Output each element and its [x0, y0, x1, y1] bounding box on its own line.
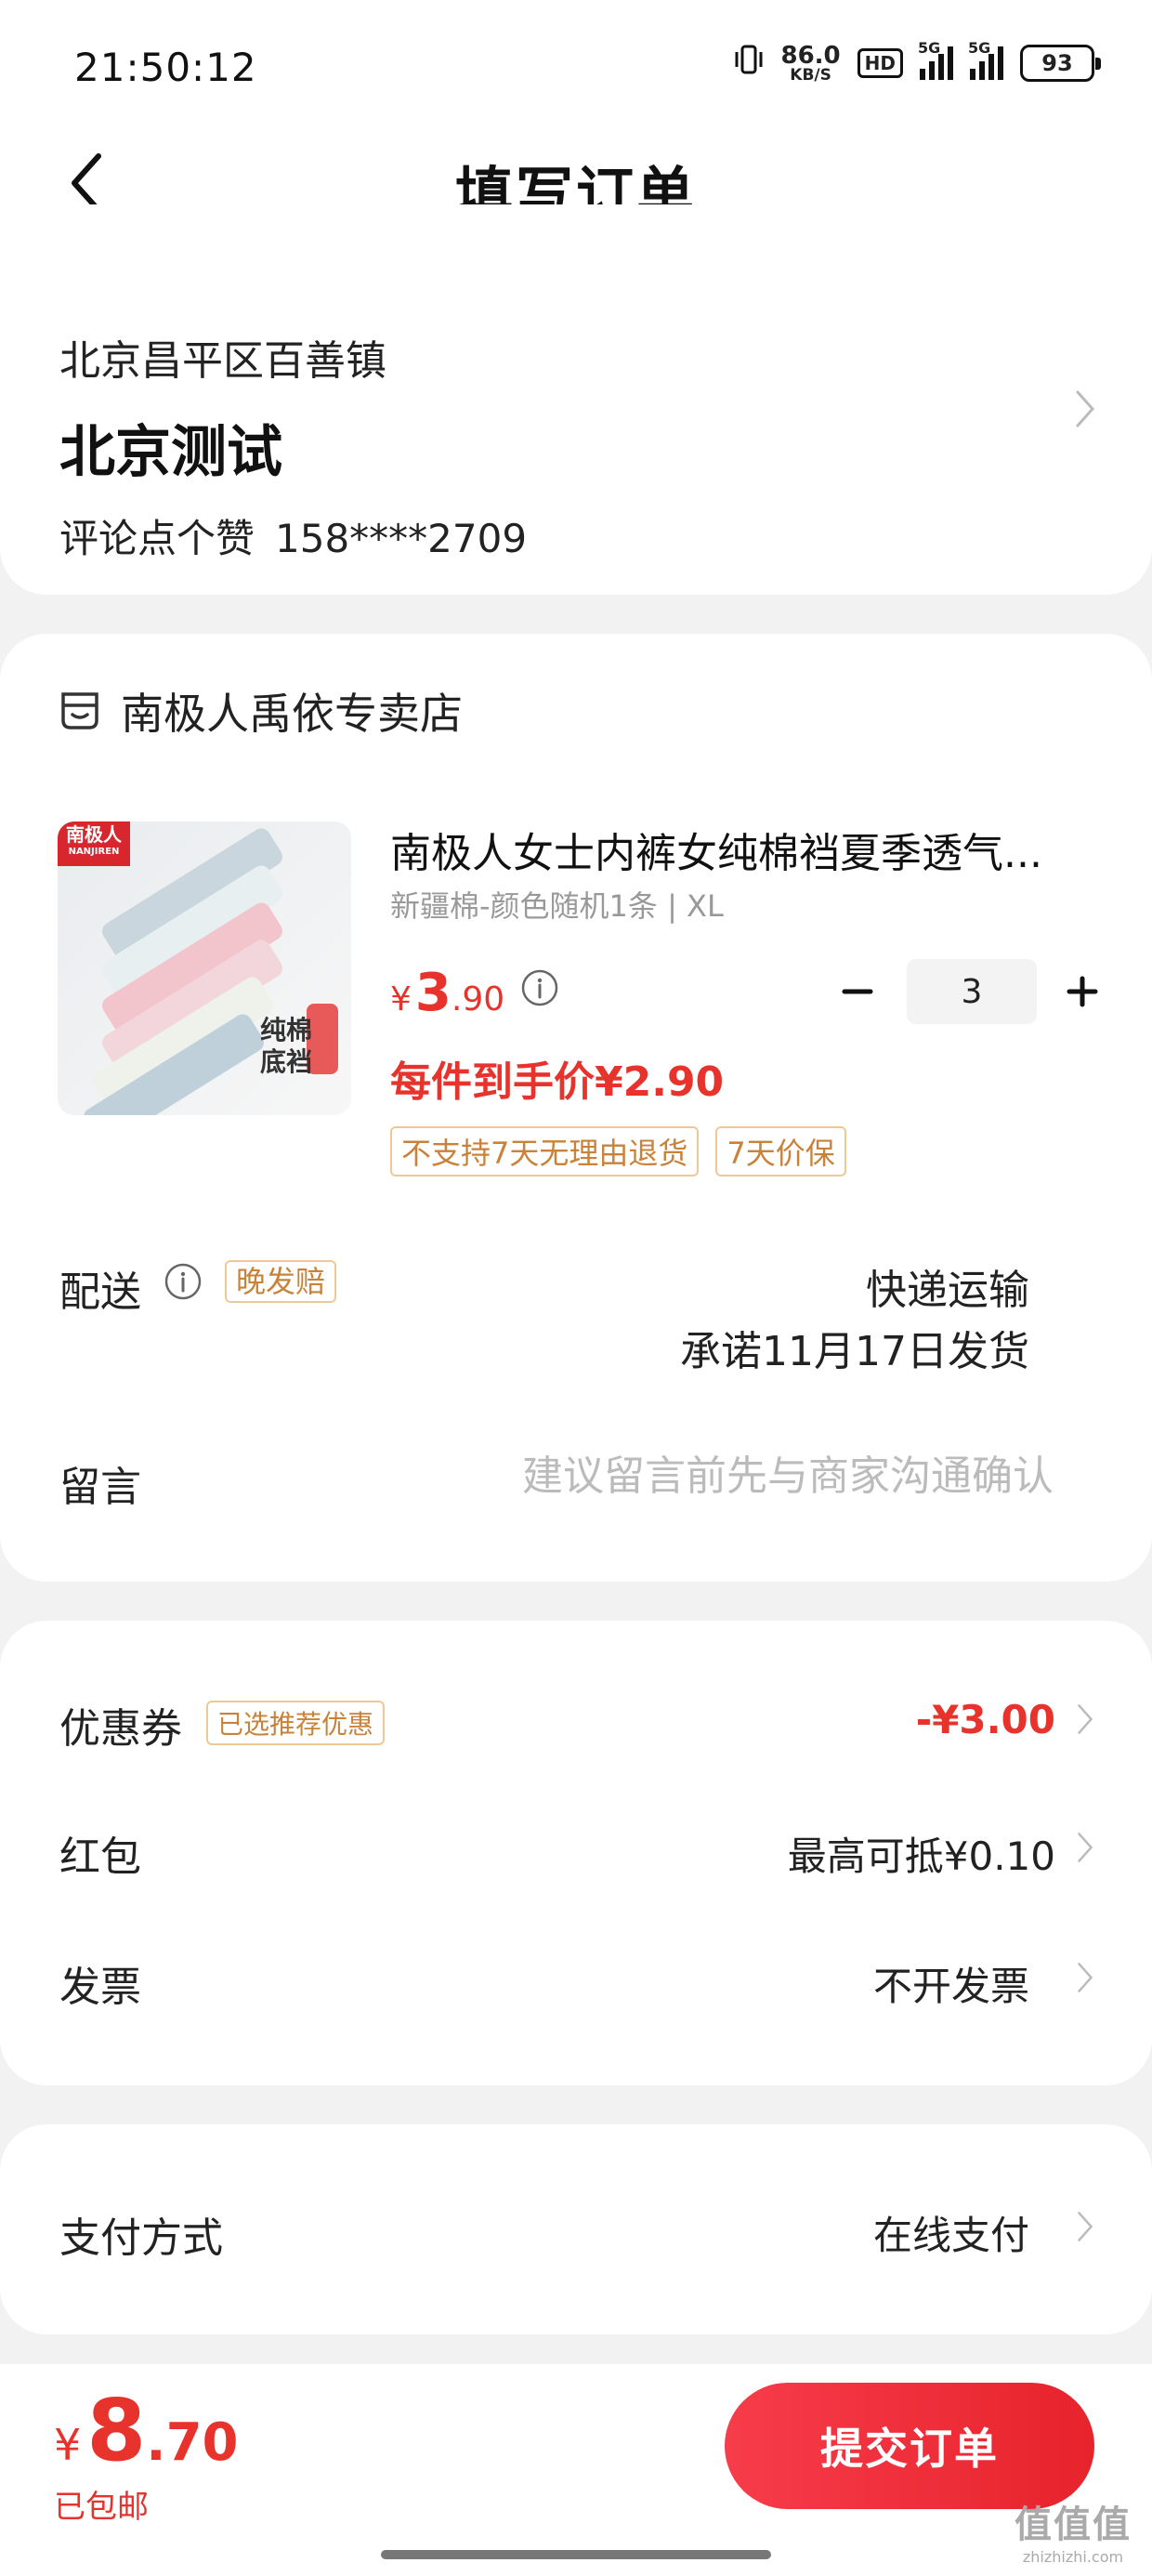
shipping-method[interactable]: 快递运输: [866, 1256, 1029, 1316]
submit-order-button[interactable]: 提交订单: [725, 2383, 1094, 2509]
message-label: 留言: [59, 1464, 141, 1511]
redpacket-value[interactable]: 最高可抵¥0.10: [788, 1825, 1055, 1882]
product-price: ¥3.90: [390, 963, 505, 1023]
coupon-tag: 已选推荐优惠: [206, 1701, 386, 1745]
tag-no-return: 不支持7天无理由退货: [390, 1126, 700, 1176]
chevron-right-icon: [1074, 1831, 1096, 1864]
vibrate-icon: [733, 43, 765, 84]
store-icon: [58, 690, 102, 731]
brand-logo: 南极人 NANJIREN: [58, 821, 130, 866]
chevron-right-icon: [1074, 2210, 1096, 2243]
net-speed: 86.0 KB/S: [780, 41, 841, 85]
payment-card[interactable]: 支付方式 在线支付: [0, 2124, 1152, 2334]
product-image[interactable]: 南极人 NANJIREN 纯棉 底裆: [58, 821, 351, 1115]
quantity-stepper: 3: [832, 959, 1107, 1024]
contact-name: 评论点个赞: [59, 516, 255, 561]
product-title[interactable]: 南极人女士内裤女纯棉裆夏季透气...: [390, 820, 1078, 879]
order-card: 南极人禹依专卖店 南极人 NANJIREN 纯棉 底裆 南极人女士内裤女纯棉裆夏季透…: [0, 634, 1152, 1582]
promo-card: 优惠券 已选推荐优惠 -¥3.00 红包 最高可抵¥0.10 发票 不开发票: [0, 1621, 1152, 2085]
total-price: ¥8.70: [54, 2381, 239, 2480]
tag-price-protect[interactable]: 7天价保: [715, 1126, 846, 1176]
status-time: 21:50:12: [74, 45, 257, 90]
signal-icon: 5G: [918, 39, 953, 80]
late-compensation-tag[interactable]: 晚发赔: [225, 1258, 337, 1303]
free-shipping-label: 已包邮: [54, 2489, 149, 2526]
address-region: 北京昌平区百善镇: [59, 337, 386, 385]
address-contact: 评论点个赞 158****2709: [59, 507, 527, 564]
product-spec[interactable]: 新疆棉-颜色随机1条 | XL: [390, 883, 724, 926]
home-indicator[interactable]: [381, 2550, 771, 2559]
signal-icon-2: 5G: [968, 39, 1003, 80]
shipping-info-icon[interactable]: [164, 1262, 203, 1301]
unit-price: 每件到手价¥2.90: [390, 1058, 725, 1106]
payment-value: 在线支付: [872, 2213, 1029, 2258]
product-image-text: 纯棉 底裆: [260, 1015, 313, 1077]
chevron-right-icon: [1074, 1961, 1096, 1994]
status-icons: 86.0 KB/S HD 5G 5G 93: [733, 39, 1101, 85]
product-tags: 不支持7天无理由退货 7天价保: [390, 1126, 846, 1176]
contact-phone: 158****2709: [275, 516, 528, 561]
coupon-value[interactable]: -¥3.00: [916, 1697, 1055, 1742]
battery-icon: 93: [1020, 45, 1101, 82]
checkout-bar: ¥8.70 已包邮 提交订单 值值值 zhizhizhi.com: [0, 2364, 1152, 2576]
hd-icon: HD: [857, 48, 903, 78]
watermark: 值值值 zhizhizhi.com: [1015, 2504, 1132, 2566]
chevron-right-icon: [1074, 388, 1096, 429]
coupon-label: 优惠券: [59, 1705, 182, 1753]
decrease-button[interactable]: [832, 966, 883, 1017]
chevron-right-icon: [1074, 1702, 1096, 1736]
invoice-value[interactable]: 不开发票: [873, 1955, 1029, 2012]
payment-label: 支付方式: [59, 2215, 223, 2262]
increase-button[interactable]: [1057, 966, 1107, 1017]
shipping-label: 配送: [59, 1268, 141, 1316]
redpacket-label: 红包: [59, 1833, 141, 1881]
message-input[interactable]: [403, 1446, 1054, 1505]
price-info-icon[interactable]: [520, 968, 559, 1007]
address-card[interactable]: 北京昌平区百善镇 北京测试 评论点个赞 158****2709: [0, 204, 1152, 595]
minus-icon: [842, 989, 873, 994]
invoice-label: 发票: [59, 1964, 141, 2011]
address-name: 北京测试: [59, 420, 282, 485]
quantity-input[interactable]: 3: [907, 959, 1037, 1024]
status-bar: 21:50:12 86.0 KB/S HD 5G 5G 93: [0, 0, 1152, 130]
shipping-promise: 承诺11月17日发货: [680, 1328, 1029, 1375]
store-name: 南极人禹依专卖店: [121, 689, 463, 739]
plus-icon: [1067, 976, 1098, 1007]
store-row[interactable]: 南极人禹依专卖店: [58, 680, 463, 742]
